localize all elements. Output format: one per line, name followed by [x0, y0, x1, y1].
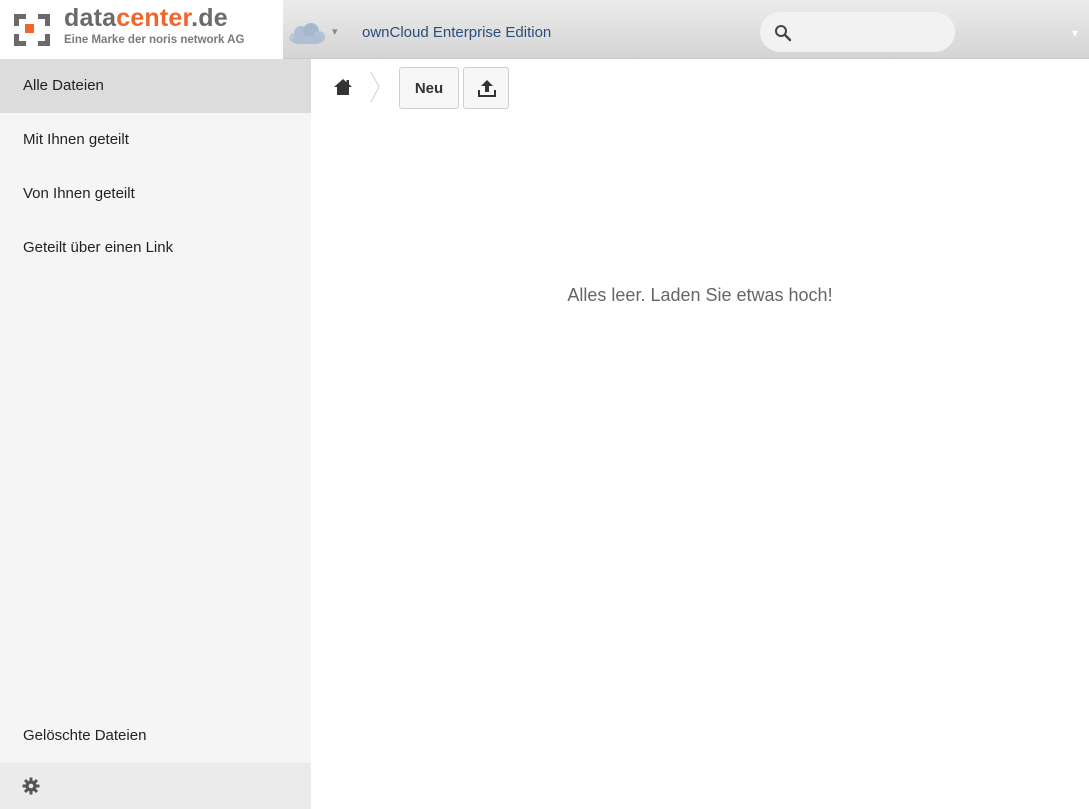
sidebar-navigation: Alle Dateien Mit Ihnen geteilt Von Ihnen… — [0, 59, 311, 809]
brand-name-part2: center — [116, 4, 192, 32]
owncloud-cloud-icon[interactable] — [286, 22, 328, 46]
search-icon — [775, 25, 792, 42]
app-title[interactable]: ownCloud Enterprise Edition — [362, 24, 551, 41]
app-menu-caret-icon[interactable]: ▾ — [332, 25, 338, 38]
sidebar-item-label: Mit Ihnen geteilt — [23, 131, 129, 148]
sidebar-item-all-files[interactable]: Alle Dateien — [0, 59, 311, 113]
upload-button[interactable] — [463, 67, 509, 109]
home-icon[interactable] — [333, 78, 353, 96]
sidebar-item-shared-by-you[interactable]: Von Ihnen geteilt — [0, 167, 311, 221]
datacenter-logo-icon — [14, 14, 50, 46]
sidebar-item-deleted-files[interactable]: Gelöschte Dateien — [0, 709, 311, 763]
sidebar-item-shared-with-you[interactable]: Mit Ihnen geteilt — [0, 113, 311, 167]
sidebar-item-label: Alle Dateien — [23, 77, 104, 94]
files-content: Neu Alles leer. Laden Sie etwas hoch! — [311, 59, 1089, 809]
sidebar-item-shared-via-link[interactable]: Geteilt über einen Link — [0, 221, 311, 275]
empty-folder-message: Alles leer. Laden Sie etwas hoch! — [567, 285, 833, 305]
user-menu-caret-icon[interactable]: ▾ — [1072, 26, 1078, 40]
upload-icon — [478, 80, 496, 97]
breadcrumb-separator — [370, 71, 380, 103]
sidebar-item-label: Von Ihnen geteilt — [23, 185, 135, 202]
brand-name-part1: data — [64, 4, 117, 32]
settings-toggle[interactable] — [0, 763, 311, 809]
brand-logo[interactable]: datacenter.de Eine Marke der noris netwo… — [0, 0, 283, 59]
sidebar-item-label: Geteilt über einen Link — [23, 239, 174, 256]
brand-name: datacenter.de — [64, 4, 228, 33]
sidebar-item-label: Gelöschte Dateien — [23, 727, 147, 744]
gear-icon — [22, 777, 40, 795]
new-button[interactable]: Neu — [399, 67, 459, 109]
brand-tagline: Eine Marke der noris network AG — [64, 34, 245, 46]
top-header: datacenter.de Eine Marke der noris netwo… — [0, 0, 1089, 59]
brand-name-part3: .de — [191, 4, 228, 32]
